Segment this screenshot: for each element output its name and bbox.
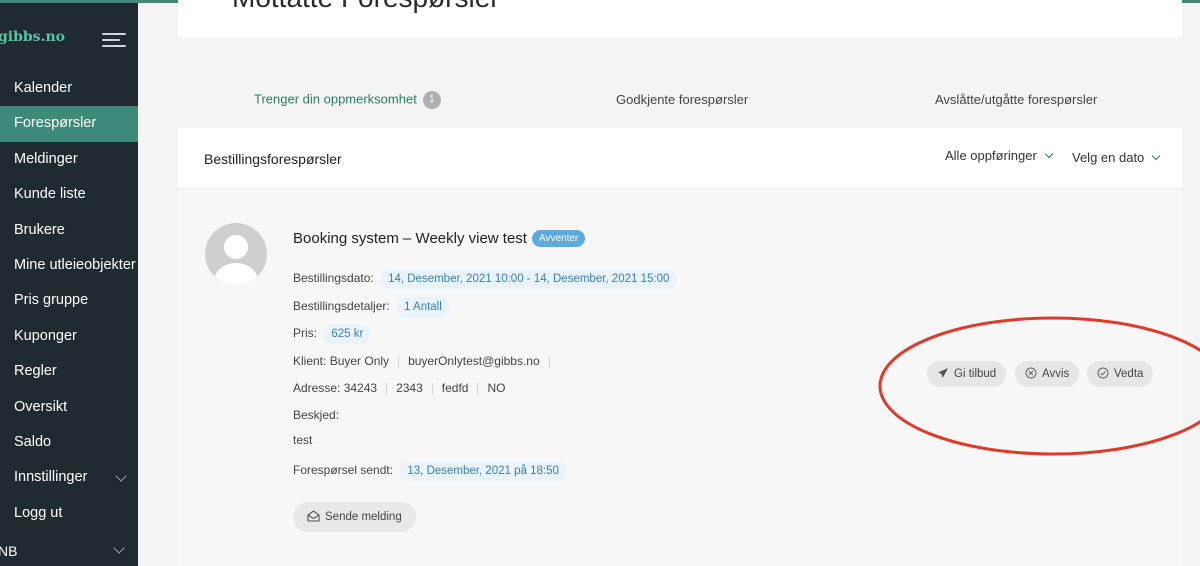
give-offer-button[interactable]: Gi tilbud: [927, 361, 1007, 387]
card-header: Bestillingsforespørsler Alle oppføringer…: [178, 128, 1182, 189]
request-title: Booking system – Weekly view test: [293, 230, 527, 247]
tab-needs-attention[interactable]: Trenger din oppmerksomhet 1: [254, 91, 441, 109]
button-label: Avvis: [1042, 368, 1070, 380]
sidebar-item-logg-ut[interactable]: Logg ut: [0, 496, 138, 531]
count-badge: 1: [422, 91, 441, 109]
sidebar-item-kunde-liste[interactable]: Kunde liste: [0, 177, 138, 212]
envelope-open-icon: [307, 510, 320, 522]
sidebar-item-kuponger[interactable]: Kuponger: [0, 319, 138, 354]
booking-details-label: Bestillingsdetaljer:: [293, 299, 390, 313]
client-label: Klient:: [293, 354, 327, 368]
sidebar-item-oversikt[interactable]: Oversikt: [0, 390, 138, 425]
message-label: Beskjed:: [293, 408, 340, 422]
reject-button[interactable]: Avvis: [1015, 361, 1080, 387]
sidebar-item-regler[interactable]: Regler: [0, 354, 138, 389]
sidebar: gibbs.no Kalender Forespørsler Meldinger…: [0, 3, 138, 566]
entries-filter-dropdown[interactable]: Alle oppføringer: [945, 148, 1054, 163]
chevron-down-icon[interactable]: [113, 542, 125, 554]
button-label: Gi tilbud: [954, 368, 997, 380]
avatar: [205, 223, 267, 285]
sidebar-item-innstillinger[interactable]: Innstillinger: [0, 460, 138, 495]
button-label: Sende melding: [325, 511, 402, 523]
language-selector[interactable]: NB: [0, 543, 17, 559]
address-label: Adresse:: [293, 381, 341, 395]
price-label: Pris:: [293, 326, 317, 340]
price-value: 625 kr: [323, 324, 372, 344]
sent-row: Forespørsel sendt: 13, Desember, 2021 på…: [293, 461, 567, 481]
sidebar-item-brukere[interactable]: Brukere: [0, 213, 138, 248]
booking-details-row: Bestillingsdetaljer: 1 Antall: [293, 297, 450, 317]
accept-button[interactable]: Vedta: [1087, 361, 1154, 387]
booking-date-value: 14, Desember, 2021 10:00 - 14, Desember,…: [380, 269, 678, 289]
sidebar-item-label: Innstillinger: [14, 469, 88, 486]
page-title: Mottatte Forespørsler: [232, 0, 500, 14]
client-row: Klient: Buyer Only buyerOnlytest@gibbs.no: [293, 354, 559, 368]
send-message-button[interactable]: Sende melding: [293, 502, 416, 532]
address-part: 34243: [343, 381, 378, 395]
tab-label: Trenger din oppmerksomhet: [254, 91, 417, 107]
booking-date-label: Bestillingsdato:: [293, 271, 374, 285]
dropdown-label: Alle oppføringer: [945, 148, 1037, 163]
tab-rejected-expired[interactable]: Avslåtte/utgåtte forespørsler: [935, 92, 1097, 107]
close-circle-icon: [1025, 367, 1037, 379]
chevron-down-icon: [1152, 151, 1161, 161]
button-label: Vedta: [1114, 368, 1144, 380]
sent-label: Forespørsel sendt:: [293, 463, 394, 477]
address-part: 2343: [396, 381, 423, 395]
sidebar-item-kalender[interactable]: Kalender: [0, 71, 138, 106]
message-value: test: [293, 433, 313, 447]
address-part: NO: [487, 381, 506, 395]
booking-details-value: 1 Antall: [396, 297, 450, 317]
sidebar-item-meldinger[interactable]: Meldinger: [0, 142, 138, 177]
request-title-row: Booking system – Weekly view test Avvente…: [293, 229, 586, 248]
tab-approved[interactable]: Godkjente forespørsler: [616, 92, 748, 107]
request-item: Booking system – Weekly view test Avvente…: [178, 189, 1182, 566]
card-title: Bestillingsforespørsler: [204, 151, 342, 167]
requests-card: Bestillingsforespørsler Alle oppføringer…: [178, 128, 1182, 566]
check-circle-icon: [1097, 367, 1109, 379]
sidebar-item-mine-utleieobjekter[interactable]: Mine utleieobjekter: [0, 248, 138, 283]
status-badge: Avventer: [531, 229, 586, 247]
date-filter-dropdown[interactable]: Velg en dato: [1072, 150, 1161, 165]
sidebar-item-foresporsler[interactable]: Forespørsler: [0, 106, 138, 142]
menu-toggle-icon[interactable]: [102, 33, 126, 49]
sidebar-nav: Kalender Forespørsler Meldinger Kunde li…: [0, 71, 138, 531]
page-header: Mottatte Forespørsler: [178, 0, 1182, 38]
logo[interactable]: gibbs.no: [0, 29, 65, 45]
client-email[interactable]: buyerOnlytest@gibbs.no: [408, 354, 540, 368]
sidebar-item-pris-gruppe[interactable]: Pris gruppe: [0, 283, 138, 318]
sidebar-item-saldo[interactable]: Saldo: [0, 425, 138, 460]
paper-plane-icon: [938, 367, 948, 378]
address-row: Adresse: 34243 2343 fedfd NO: [293, 381, 505, 395]
price-row: Pris: 625 kr: [293, 324, 372, 344]
client-name: Buyer Only: [329, 354, 390, 368]
booking-date-row: Bestillingsdato: 14, Desember, 2021 10:0…: [293, 269, 678, 289]
address-part: fedfd: [441, 381, 469, 395]
user-placeholder-icon: [214, 235, 258, 285]
dropdown-label: Velg en dato: [1072, 150, 1145, 165]
sent-value: 13, Desember, 2021 på 18:50: [399, 461, 567, 481]
chevron-down-icon: [115, 470, 127, 482]
chevron-down-icon: [1044, 149, 1054, 159]
